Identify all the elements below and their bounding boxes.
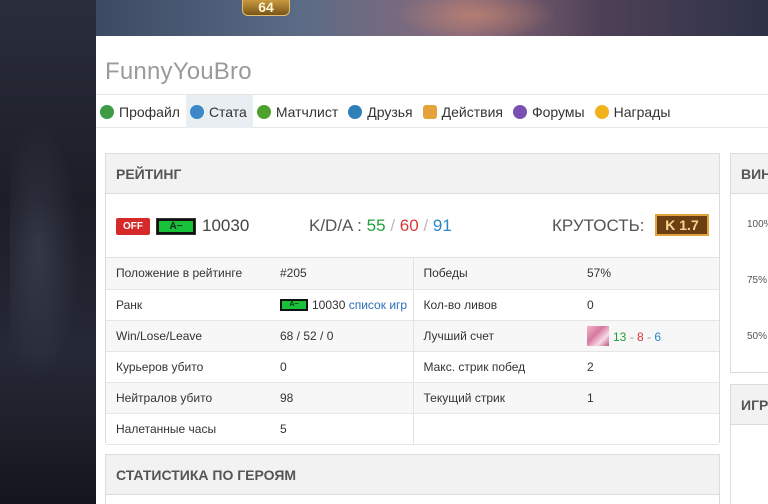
- best-deaths: 8: [637, 329, 644, 344]
- stat-value: #205: [270, 258, 414, 290]
- kda-summary: K/D/A : 55 / 60 / 91: [309, 216, 452, 236]
- tab-stats[interactable]: Стата: [185, 95, 253, 128]
- hero-stats-header: СТАТИСТИКА ПО ГЕРОЯМ: [106, 455, 719, 495]
- best-kills: 13: [613, 329, 627, 344]
- kda-separator: /: [423, 216, 429, 235]
- stat-value: 0: [577, 289, 719, 321]
- tab-label: Профайл: [119, 103, 180, 120]
- best-sep: -: [643, 329, 655, 344]
- tab-label: Форумы: [531, 103, 585, 120]
- rating-summary: OFF A− 10030 K/D/A : 55 / 60 / 91 КРУТОС…: [106, 194, 719, 258]
- tab-label: Награды: [613, 103, 671, 120]
- stat-label: Лучший счет: [413, 320, 577, 352]
- page-title: FunnyYouBro: [105, 58, 252, 85]
- off-badge[interactable]: OFF: [116, 218, 150, 235]
- profile-icon: [100, 104, 114, 119]
- stat-value: 57%: [577, 258, 719, 290]
- stat-value: [577, 413, 719, 445]
- stat-value: 2: [577, 351, 719, 383]
- table-row: Нейтралов убито 98 Текущий стрик 1: [106, 382, 719, 414]
- rank-mmr: 10030: [312, 297, 346, 312]
- kda-separator: /: [390, 216, 396, 235]
- mini-rank-label: A−: [282, 300, 306, 309]
- profile-page: FunnyYouBro Профайл Стата Матчлист Друзь…: [96, 36, 768, 504]
- tab-label: Друзья: [367, 103, 413, 120]
- stat-label: Текущий стрик: [413, 382, 577, 414]
- tab-actions[interactable]: Действия: [419, 95, 509, 128]
- tab-profile[interactable]: Профайл: [96, 95, 186, 128]
- profile-banner: 64: [96, 0, 768, 36]
- tab-label: Стата: [208, 103, 247, 120]
- background-art: [0, 0, 96, 504]
- tab-awards[interactable]: Награды: [591, 95, 677, 128]
- table-row: Налетанные часы 5: [106, 413, 719, 445]
- stat-value: 68 / 52 / 0: [270, 320, 414, 352]
- profile-tabs: Профайл Стата Матчлист Друзья Действия Ф…: [96, 94, 768, 128]
- stat-label: Нейтралов убито: [106, 382, 270, 414]
- stat-value: 98: [270, 382, 414, 414]
- best-assists: 6: [654, 329, 662, 344]
- stat-value: 1: [577, 382, 719, 414]
- stat-value: 5: [270, 413, 414, 445]
- tab-label: Матчлист: [275, 103, 339, 120]
- stats-icon: [189, 104, 204, 119]
- friends-icon: [348, 104, 363, 119]
- stat-label: Кол-во ливов: [413, 289, 577, 321]
- awards-icon: [594, 104, 609, 119]
- hero-stats-panel: СТАТИСТИКА ПО ГЕРОЯМ: [105, 454, 720, 504]
- stat-label: Победы: [413, 258, 577, 290]
- rating-header: РЕЙТИНГ: [106, 154, 719, 194]
- actions-icon: [422, 104, 437, 119]
- tab-label: Действия: [441, 103, 503, 120]
- stat-label: Налетанные часы: [106, 413, 270, 445]
- table-row: Курьеров убито 0 Макс. стрик побед 2: [106, 351, 719, 383]
- stat-label: Win/Lose/Leave: [106, 320, 270, 352]
- kda-assists: 91: [432, 216, 452, 235]
- rating-table: Положение в рейтинге #205 Победы 57% Ран…: [106, 258, 719, 445]
- best-sep: -: [626, 329, 638, 344]
- mini-rank-badge: A−: [280, 298, 308, 311]
- table-row: Win/Lose/Leave 68 / 52 / 0 Лучший счет 1…: [106, 320, 719, 352]
- forums-icon: [512, 104, 527, 119]
- y-tick-label: 75%: [747, 275, 768, 286]
- games-panel: ИГР: [730, 384, 768, 504]
- matchlist-icon: [256, 104, 271, 119]
- stat-label: [413, 413, 577, 445]
- coolness-label: КРУТОСТЬ:: [552, 216, 645, 235]
- winrate-panel: ВИН 100% 75% 50%: [730, 153, 768, 373]
- table-row: Положение в рейтинге #205 Победы 57%: [106, 258, 719, 290]
- tab-friends[interactable]: Друзья: [344, 95, 418, 128]
- tab-forums[interactable]: Форумы: [509, 95, 591, 128]
- mmr-value: 10030: [202, 216, 250, 235]
- games-list-link[interactable]: список игр: [349, 298, 407, 312]
- level-badge: 64: [242, 0, 290, 16]
- rank-badge-label: A−: [159, 221, 193, 232]
- kda-deaths: 60: [399, 216, 419, 235]
- best-score: 13 - 8 - 6: [577, 320, 719, 352]
- games-header: ИГР: [731, 385, 768, 425]
- stat-label: Ранк: [106, 289, 270, 321]
- rank-badge: A−: [156, 218, 196, 235]
- coolness-badge: K 1.7: [655, 214, 709, 236]
- tab-matchlist[interactable]: Матчлист: [253, 95, 344, 128]
- stat-label: Макс. стрик побед: [413, 351, 577, 383]
- stat-label: Положение в рейтинге: [106, 258, 270, 290]
- rating-panel: РЕЙТИНГ OFF A− 10030 K/D/A : 55 / 60 / 9…: [105, 153, 720, 445]
- y-tick-label: 100%: [747, 219, 768, 230]
- hero-thumbnail[interactable]: [587, 325, 609, 346]
- stat-label: Курьеров убито: [106, 351, 270, 383]
- kda-label: K/D/A :: [309, 216, 362, 235]
- kda-kills: 55: [366, 216, 386, 235]
- winrate-header: ВИН: [731, 154, 768, 194]
- stat-value: 0: [270, 351, 414, 383]
- stat-value: A− 10030 список игр: [270, 289, 414, 321]
- table-row: Ранк A− 10030 список игр Кол-во ливов 0: [106, 289, 719, 321]
- y-tick-label: 50%: [747, 331, 768, 342]
